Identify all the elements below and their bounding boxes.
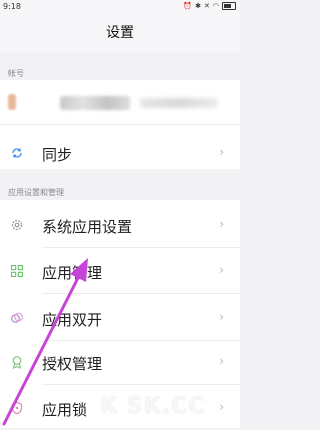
annotation-arrow (2, 258, 88, 426)
watermark: K SK.CC (100, 394, 206, 419)
